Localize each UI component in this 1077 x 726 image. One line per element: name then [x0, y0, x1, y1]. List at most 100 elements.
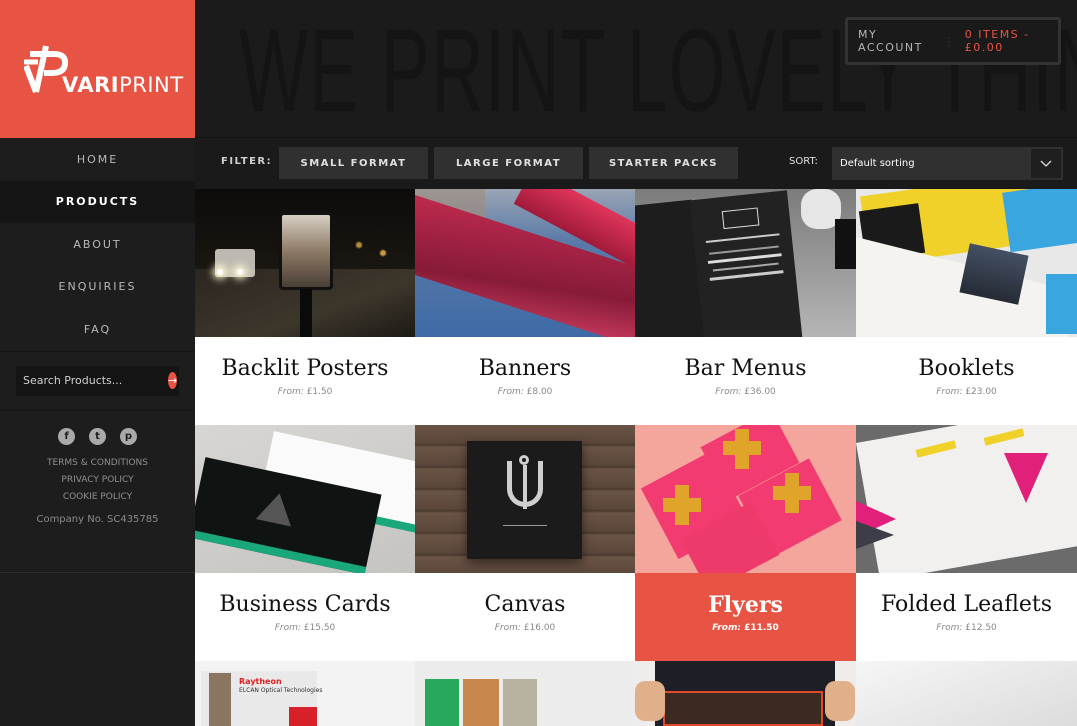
product-info: Flyers From: £11.50 [635, 573, 856, 661]
product-title: Business Cards [219, 592, 391, 617]
price-value: £16.00 [523, 623, 556, 633]
product-image-white-card-stock [856, 661, 1077, 726]
price-prefix: From: [274, 623, 301, 633]
nav-about[interactable]: ABOUT [0, 223, 195, 266]
product-grid: Backlit Posters From: £1.50 Banners From… [195, 189, 1077, 726]
nav-faq[interactable]: FAQ [0, 308, 195, 351]
price-prefix: From: [494, 623, 521, 633]
social-links: f t p [0, 411, 195, 445]
facebook-icon[interactable]: f [58, 427, 75, 445]
product-price: From: £15.50 [195, 623, 415, 633]
my-account-link[interactable]: MY ACCOUNT [858, 28, 934, 54]
product-card-business-cards[interactable]: Business Cards From: £15.50 [195, 425, 415, 661]
account-cart-box: MY ACCOUNT ⋮ 0 ITEMS - £0.00 [845, 17, 1061, 65]
nav-products[interactable]: PRODUCTS [0, 180, 195, 223]
chevron-down-icon [1031, 149, 1061, 178]
price-prefix: From: [712, 623, 741, 633]
divider [0, 572, 195, 573]
product-image-exhibition-stand: Raytheon ELCAN Optical Technologies [195, 661, 415, 726]
price-value: £36.00 [744, 387, 776, 397]
product-card-canvas[interactable]: Canvas From: £16.00 [415, 425, 635, 661]
brand-name-bold: VARI [62, 73, 120, 97]
product-info: Booklets From: £23.00 [856, 337, 1077, 425]
arrow-right-icon: → [168, 374, 178, 387]
product-card-folded-leaflets[interactable]: Folded Leaflets From: £12.50 [856, 425, 1077, 661]
stand-sub-text: ELCAN Optical Technologies [239, 687, 323, 694]
product-info: Business Cards From: £15.50 [195, 573, 415, 661]
privacy-link[interactable]: PRIVACY POLICY [0, 472, 195, 489]
product-card-partial[interactable]: Raytheon ELCAN Optical Technologies [195, 661, 415, 726]
product-title: Booklets [918, 356, 1015, 381]
search-submit-button[interactable]: → [168, 372, 178, 389]
product-title: Bar Menus [684, 356, 807, 381]
product-image-swap-posters [415, 661, 635, 726]
price-prefix: From: [936, 623, 963, 633]
product-price: From: £12.50 [856, 623, 1077, 633]
product-card-backlit-posters[interactable]: Backlit Posters From: £1.50 [195, 189, 415, 425]
brand-name-light: PRINT [119, 73, 184, 97]
filter-starter-packs-button[interactable]: STARTER PACKS [589, 147, 738, 179]
product-price: From: £11.50 [635, 623, 856, 633]
product-price: From: £16.00 [415, 623, 635, 633]
product-card-booklets[interactable]: Booklets From: £23.00 [856, 189, 1077, 425]
sort-value: Default sorting [840, 158, 915, 169]
price-prefix: From: [277, 387, 304, 397]
filter-bar: FILTER: SMALL FORMAT LARGE FORMAT STARTE… [195, 139, 1077, 189]
filter-small-format-button[interactable]: SMALL FORMAT [279, 147, 428, 179]
twitter-icon[interactable]: t [89, 427, 106, 445]
price-prefix: From: [936, 387, 963, 397]
product-title: Canvas [484, 592, 566, 617]
page: VARIPRINT HOME PRODUCTS ABOUT ENQUIRIES … [0, 0, 1077, 726]
pinterest-icon[interactable]: p [120, 427, 137, 445]
sort-select[interactable]: Default sorting [832, 147, 1063, 180]
product-image [195, 425, 415, 573]
price-prefix: From: [497, 387, 524, 397]
product-image [635, 189, 856, 337]
product-card-bar-menus[interactable]: Bar Menus From: £36.00 [635, 189, 856, 425]
product-image [195, 189, 415, 337]
product-image [415, 425, 635, 573]
main-nav: HOME PRODUCTS ABOUT ENQUIRIES FAQ [0, 138, 195, 351]
product-card-partial[interactable] [856, 661, 1077, 726]
legal-links: TERMS & CONDITIONS PRIVACY POLICY COOKIE… [0, 445, 195, 506]
price-value: £11.50 [744, 623, 779, 633]
product-price: From: £8.00 [415, 387, 635, 397]
logo[interactable]: VARIPRINT [0, 0, 195, 138]
product-title: Flyers [708, 592, 783, 618]
price-value: £23.00 [965, 387, 997, 397]
product-card-flyers[interactable]: Flyers From: £11.50 [635, 425, 856, 661]
filter-label: FILTER: [221, 156, 273, 167]
product-title: Backlit Posters [221, 356, 389, 381]
terms-link[interactable]: TERMS & CONDITIONS [0, 455, 195, 472]
product-card-banners[interactable]: Banners From: £8.00 [415, 189, 635, 425]
header: WE PRINT LOVELY THINGS MY ACCOUNT ⋮ 0 IT… [195, 0, 1077, 138]
search-input[interactable] [23, 374, 168, 387]
product-title: Folded Leaflets [880, 592, 1053, 617]
price-value: £15.50 [303, 623, 336, 633]
cart-link[interactable]: 0 ITEMS - £0.00 [965, 28, 1058, 54]
product-image [856, 425, 1077, 573]
product-card-partial[interactable] [415, 661, 635, 726]
cookie-link[interactable]: COOKIE POLICY [0, 489, 195, 506]
stand-brand-text: Raytheon [239, 677, 282, 686]
product-image [415, 189, 635, 337]
product-price: From: £1.50 [195, 387, 415, 397]
product-image [635, 425, 856, 573]
price-value: £1.50 [306, 387, 333, 397]
product-image [856, 189, 1077, 337]
price-prefix: From: [715, 387, 742, 397]
separator: ⋮ [943, 34, 956, 48]
product-info: Bar Menus From: £36.00 [635, 337, 856, 425]
brand-name: VARIPRINT [62, 73, 184, 97]
sidebar: VARIPRINT HOME PRODUCTS ABOUT ENQUIRIES … [0, 0, 195, 726]
product-title: Banners [478, 356, 572, 381]
nav-enquiries[interactable]: ENQUIRIES [0, 266, 195, 309]
product-info: Canvas From: £16.00 [415, 573, 635, 661]
filter-large-format-button[interactable]: LARGE FORMAT [434, 147, 583, 179]
product-image-printed-scarf [635, 661, 856, 726]
product-card-partial[interactable] [635, 661, 856, 726]
product-info: Folded Leaflets From: £12.50 [856, 573, 1077, 661]
search-box: → [16, 365, 179, 396]
nav-home[interactable]: HOME [0, 138, 195, 181]
search-section: → [0, 352, 195, 410]
